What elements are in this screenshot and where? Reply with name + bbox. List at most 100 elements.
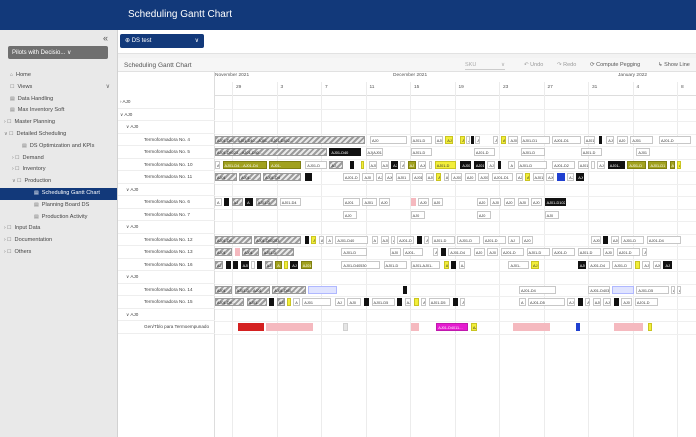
- gantt-task-bar[interactable]: AJ0: [380, 235, 389, 244]
- gantt-task-bar[interactable]: A: [400, 160, 406, 169]
- gantt-task-bar[interactable]: AJ: [445, 135, 454, 144]
- gantt-task-bar[interactable]: AJ0: [464, 173, 476, 181]
- gantt-task-bar[interactable]: AJ01: [362, 198, 377, 206]
- gantt-task-bar[interactable]: AJ01-D: [410, 135, 433, 144]
- gantt-task-bar[interactable]: AJ0: [487, 248, 499, 256]
- gantt-task-bar[interactable]: [225, 260, 231, 269]
- gantt-task-bar[interactable]: [308, 285, 338, 294]
- gantt-task-bar[interactable]: AJ01-D4: [448, 248, 472, 256]
- gantt-task-bar[interactable]: AJ0: [410, 210, 425, 219]
- resource-row-label[interactable]: ∨ AJ0: [118, 109, 215, 121]
- gantt-task-bar[interactable]: AJ01-D: [434, 160, 457, 169]
- gantt-task-bar[interactable]: [360, 160, 365, 169]
- gantt-task-bar[interactable]: AJ0: [473, 248, 485, 256]
- collapse-sidebar-icon[interactable]: «: [103, 33, 108, 43]
- sidebar-item-data-handling[interactable]: ▤ Data Handling: [0, 94, 117, 106]
- gantt-task-bar[interactable]: A: [245, 198, 254, 206]
- gantt-task-bar[interactable]: A: [677, 160, 681, 169]
- gantt-task-bar[interactable]: A: [436, 173, 442, 181]
- resource-row-label[interactable]: Termoformadora No. 12: [118, 234, 215, 246]
- gantt-task-bar[interactable]: A: [421, 298, 427, 306]
- gantt-task-bar[interactable]: AJ01: [532, 173, 544, 181]
- gantt-task-bar[interactable]: AJ0: [531, 198, 543, 206]
- gantt-task-bar[interactable]: AJ01-AJ01-: [410, 260, 440, 269]
- gantt-task-bar[interactable]: [305, 235, 309, 244]
- gantt-task-bar[interactable]: AJ: [404, 298, 412, 306]
- gantt-task-bar[interactable]: AJ0: [418, 198, 430, 206]
- undo-button[interactable]: ↶ Undo: [524, 62, 543, 68]
- gantt-task-bar[interactable]: AJ01: [546, 173, 555, 181]
- gantt-task-bar[interactable]: A: [500, 135, 506, 144]
- sidebar-item-demand[interactable]: › ☐ Demand: [0, 153, 117, 165]
- gantt-task-bar[interactable]: [416, 235, 422, 244]
- gantt-task-bar[interactable]: AJ01-: [239, 173, 261, 181]
- gantt-task-bar[interactable]: AJ01-D: [658, 135, 692, 144]
- gantt-task-bar[interactable]: AJ01: [451, 173, 463, 181]
- gantt-task-bar[interactable]: [287, 298, 291, 306]
- gantt-task-bar[interactable]: [363, 298, 369, 306]
- gantt-task-bar[interactable]: AJ01-: [508, 260, 529, 269]
- gantt-task-bar[interactable]: AJ01-D40: [329, 148, 362, 156]
- resource-row-label[interactable]: Termoformadora No. 13: [118, 246, 215, 259]
- sidebar-item-others[interactable]: › ☐ Others: [0, 247, 117, 259]
- gantt-task-bar[interactable]: AJ0: [240, 260, 249, 269]
- gantt-task-bar[interactable]: AJ: [567, 173, 574, 181]
- gantt-task-bar[interactable]: AJ0: [603, 248, 615, 256]
- gantt-task-bar[interactable]: [613, 298, 619, 306]
- gantt-task-bar[interactable]: AJ01-D: [261, 248, 294, 256]
- gantt-task-bar[interactable]: [224, 198, 230, 206]
- gantt-task-bar[interactable]: [237, 323, 264, 331]
- resource-row-label[interactable]: ∨ AJ0: [118, 184, 215, 196]
- plant-selector[interactable]: Pilots with Decisio... ∨: [8, 46, 108, 59]
- gantt-task-bar[interactable]: AJ01-D1: [520, 135, 550, 144]
- gantt-task-bar[interactable]: AJ01-: [607, 160, 625, 169]
- gantt-task-bar[interactable]: A: [443, 260, 449, 269]
- gantt-task-bar[interactable]: A: [493, 135, 499, 144]
- gantt-task-bar[interactable]: A: [275, 260, 282, 269]
- gantt-task-bar[interactable]: AJ0: [431, 198, 443, 206]
- gantt-task-bar[interactable]: A: [460, 298, 466, 306]
- gantt-task-bar[interactable]: AJ01-D: [342, 173, 360, 181]
- gantt-task-bar[interactable]: AJ0: [517, 198, 529, 206]
- sidebar-item-home[interactable]: ⌂ Home: [0, 70, 117, 82]
- gantt-task-bar[interactable]: AJ: [458, 260, 466, 269]
- gantt-task-bar[interactable]: AJ01-D4: [646, 235, 681, 244]
- gantt-task-bar[interactable]: AJ: [376, 173, 383, 181]
- gantt-task-bar[interactable]: [410, 323, 419, 331]
- gantt-task-bar[interactable]: AJ01-D: [517, 160, 547, 169]
- gantt-task-bar[interactable]: AJ01-D: [627, 160, 646, 169]
- gantt-task-bar[interactable]: AJ01-D40…: [272, 285, 306, 294]
- gantt-task-bar[interactable]: AJ01-D5: [371, 298, 395, 306]
- gantt-task-bar[interactable]: AJ01-D: [431, 235, 455, 244]
- gantt-task-bar[interactable]: AJ0: [616, 135, 628, 144]
- gantt-task-bar[interactable]: A: [508, 160, 515, 169]
- sidebar-item-documentation[interactable]: › ☐ Documentation: [0, 235, 117, 247]
- gantt-task-bar[interactable]: AJ01-D4011…: [436, 323, 469, 331]
- sidebar-item-views[interactable]: ☐ Views ∨: [0, 82, 117, 94]
- dataset-selector[interactable]: ⊕ DS test ∨: [120, 34, 204, 48]
- redo-button[interactable]: ↷ Redo: [557, 62, 576, 68]
- gantt-task-bar[interactable]: [350, 160, 354, 169]
- show-lines-button[interactable]: ↳ Show Line: [658, 62, 690, 68]
- gantt-task-bar[interactable]: AJ01-D: [577, 248, 601, 256]
- resource-row-label[interactable]: Termoformadora No. 4: [118, 134, 215, 146]
- gantt-task-bar[interactable]: AJ: [329, 160, 344, 169]
- gantt-task-bar[interactable]: [305, 173, 312, 181]
- gantt-task-bar[interactable]: AJ01-D1: [491, 173, 514, 181]
- gantt-task-bar[interactable]: [612, 285, 634, 294]
- gantt-task-bar[interactable]: [591, 160, 595, 169]
- gantt-task-bar[interactable]: AJ01: [385, 173, 394, 181]
- gantt-task-bar[interactable]: [251, 260, 255, 269]
- gantt-task-bar[interactable]: AJ0: [379, 198, 391, 206]
- gantt-task-bar[interactable]: [451, 260, 457, 269]
- gantt-task-bar[interactable]: AJ01: [425, 173, 434, 181]
- gantt-task-bar[interactable]: AJ01-D: [500, 248, 525, 256]
- gantt-task-bar[interactable]: AJ0: [362, 173, 374, 181]
- gantt-task-bar[interactable]: AJ0: [347, 298, 362, 306]
- gantt-task-bar[interactable]: AJ01-D: [341, 248, 368, 256]
- sidebar-item-max-inventory-soft[interactable]: ▤ Max Inventory Soft: [0, 105, 117, 117]
- sidebar-item-detailed-scheduling[interactable]: ∨ ☐ Detailed Scheduling: [0, 129, 117, 141]
- gantt-task-bar[interactable]: [266, 323, 314, 331]
- gantt-task-bar[interactable]: A: [215, 198, 222, 206]
- gantt-task-bar[interactable]: A: [433, 248, 439, 256]
